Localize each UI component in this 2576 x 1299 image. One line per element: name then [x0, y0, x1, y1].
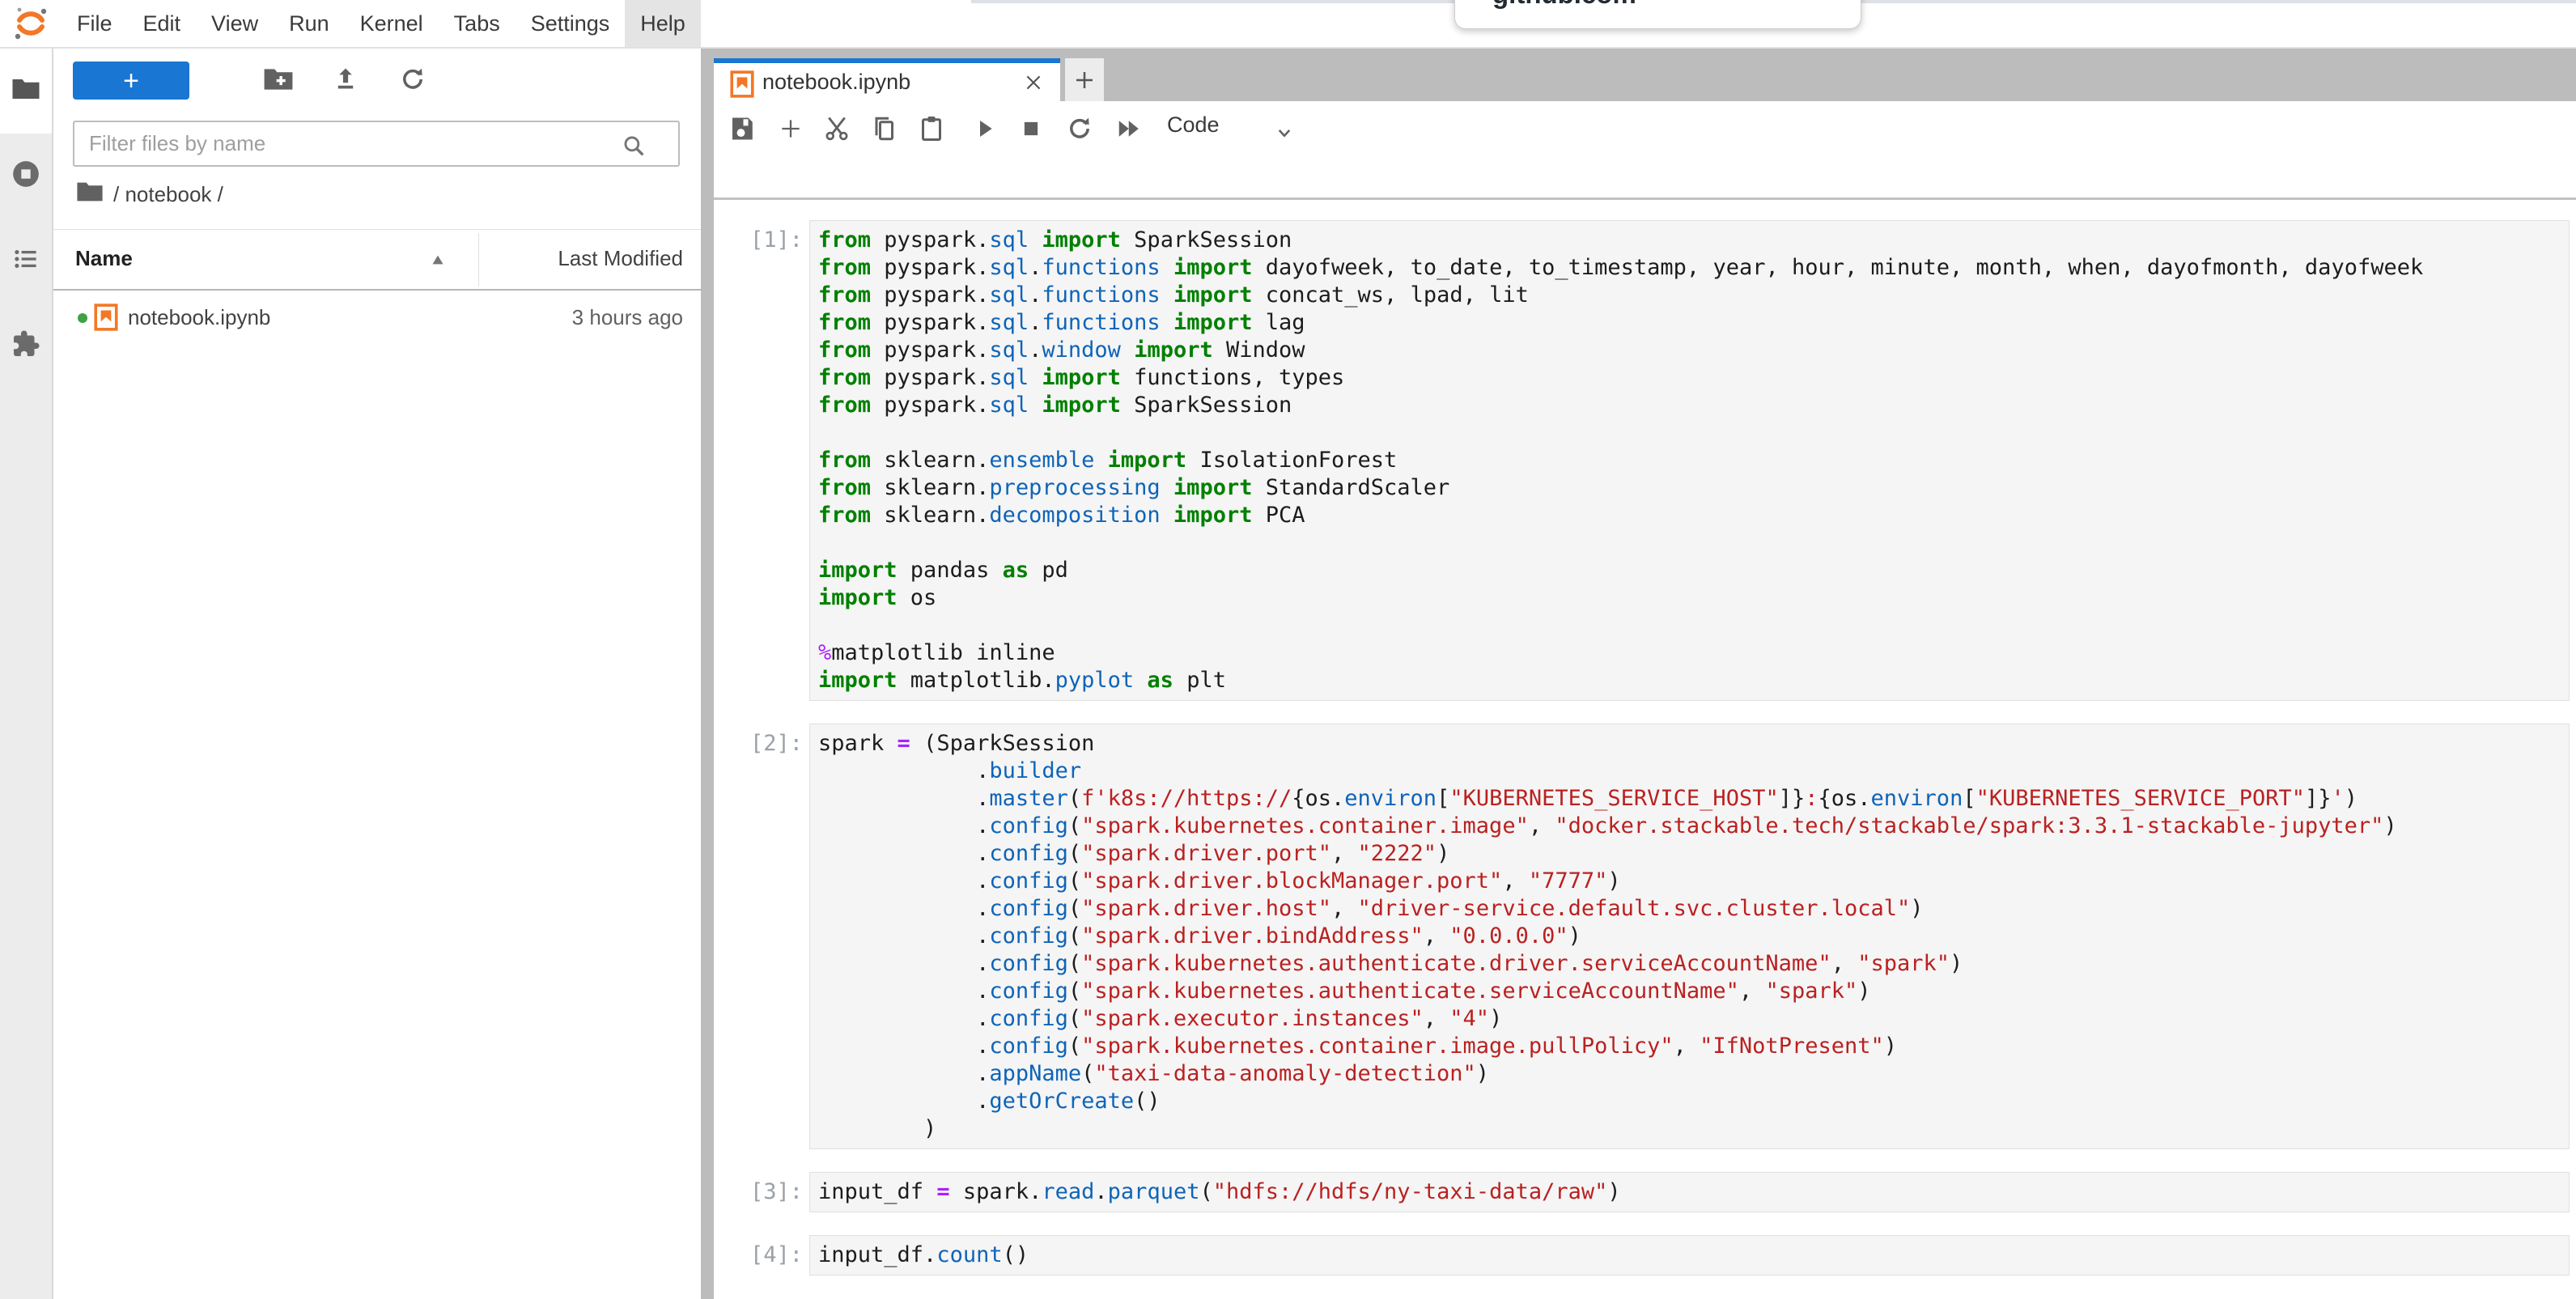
new-launcher-button[interactable]: + [73, 62, 189, 100]
execution-count-prompt: [2]: [714, 724, 809, 758]
sidebar-tab-file-browser[interactable] [0, 49, 52, 134]
file-last-modified: 3 hours ago [572, 305, 683, 330]
save-button[interactable] [723, 111, 762, 150]
cell-input-area[interactable]: from pyspark.sql import SparkSession fro… [809, 220, 2570, 701]
list-icon [11, 244, 40, 278]
file-browser-toolbar: + [53, 60, 701, 100]
restart-kernel-icon [1066, 115, 1093, 146]
stop-kernel-icon [1019, 117, 1043, 145]
code-cell-row: [2]: spark = (SparkSession .builder .mast… [714, 724, 2576, 1149]
menu-item-help[interactable]: Help [625, 0, 701, 47]
file-browser-panel: + / notebook / Name Last Modified notebo… [53, 49, 701, 1299]
file-name: notebook.ipynb [128, 305, 270, 330]
jupyterlab-window: FileEditViewRunKernelTabsSettingsHelp + … [0, 0, 2576, 1299]
filter-files-input[interactable] [73, 121, 680, 167]
execution-count-prompt: [4]: [714, 1235, 809, 1269]
insert-cell-button[interactable] [771, 111, 810, 150]
restart-run-all-icon [1114, 114, 1143, 147]
column-header-last-modified[interactable]: Last Modified [558, 246, 683, 271]
home-folder-icon[interactable] [76, 180, 104, 209]
restart-run-all-button[interactable] [1109, 111, 1148, 150]
puzzle-icon [11, 329, 40, 363]
column-divider [478, 233, 479, 287]
kernel-running-dot [78, 313, 87, 323]
copy-cells-button[interactable] [864, 111, 903, 150]
sidebar-tab-table-of-contents[interactable] [0, 219, 52, 304]
panel-resize-handle[interactable] [701, 49, 714, 1299]
breadcrumb[interactable]: / notebook / [76, 172, 223, 217]
jupyter-logo [0, 0, 62, 47]
menu-item-file[interactable]: File [62, 0, 128, 47]
menu-item-edit[interactable]: Edit [128, 0, 197, 47]
cut-cells-button[interactable] [817, 111, 856, 150]
file-listing: notebook.ipynb 3 hours ago [53, 292, 701, 342]
menu-item-settings[interactable]: Settings [516, 0, 626, 47]
activity-bar [0, 49, 53, 1299]
code-cell-row: [4]: input_df.count() [714, 1235, 2576, 1276]
close-tab-icon[interactable] [1023, 72, 1044, 93]
code-editor[interactable]: spark = (SparkSession .builder .master(f… [818, 730, 2561, 1143]
menu-item-run[interactable]: Run [274, 0, 345, 47]
browser-popup: github.com [1454, 0, 1861, 29]
stop-circle-icon [11, 159, 41, 193]
new-tab-button[interactable] [1065, 58, 1104, 101]
browser-popup-text: github.com [1492, 0, 1636, 7]
insert-cell-icon [777, 115, 804, 146]
dock-tab-bar: notebook.ipynb [714, 49, 2576, 101]
upload-icon [332, 66, 359, 97]
search-icon [620, 132, 647, 163]
execution-count-prompt: [1]: [714, 220, 809, 254]
restart-kernel-button[interactable] [1060, 111, 1099, 150]
upload-button[interactable] [328, 66, 363, 96]
code-editor[interactable]: input_df.count() [818, 1242, 2561, 1269]
main-dock: notebook.ipynb Code [1]: from pyspark.sql… [714, 49, 2576, 1299]
sidebar-tab-extensions[interactable] [0, 304, 52, 388]
column-header-name[interactable]: Name [75, 246, 133, 271]
menu-item-view[interactable]: View [196, 0, 274, 47]
folder-icon [11, 77, 40, 105]
cell-input-area[interactable]: input_df = spark.read.parquet("hdfs://hd… [809, 1172, 2570, 1212]
paste-cells-icon [917, 114, 946, 147]
notebook-cells: [1]: from pyspark.sql import SparkSession… [714, 200, 2576, 1299]
run-cell-button[interactable] [965, 111, 1004, 150]
chevron-down-icon[interactable] [1272, 121, 1296, 149]
stop-kernel-button[interactable] [1012, 111, 1050, 150]
refresh-icon [399, 66, 427, 97]
cut-cells-icon [822, 114, 851, 147]
cell-input-area[interactable]: spark = (SparkSession .builder .master(f… [809, 724, 2570, 1149]
code-editor[interactable]: from pyspark.sql import SparkSession fro… [818, 227, 2561, 694]
file-listing-header: Name Last Modified [53, 229, 701, 291]
notebook-file-icon [730, 70, 754, 102]
file-row[interactable]: notebook.ipynb 3 hours ago [53, 292, 701, 342]
notebook-file-icon [94, 304, 118, 335]
new-folder-button[interactable] [261, 66, 296, 96]
cell-input-area[interactable]: input_df.count() [809, 1235, 2570, 1276]
paste-cells-button[interactable] [912, 111, 951, 150]
refresh-button[interactable] [395, 66, 431, 96]
run-cell-icon [972, 116, 998, 146]
menu-item-kernel[interactable]: Kernel [345, 0, 439, 47]
tab-title: notebook.ipynb [762, 70, 910, 95]
execution-count-prompt: [3]: [714, 1172, 809, 1206]
code-cell-row: [3]: input_df = spark.read.parquet("hdfs:… [714, 1172, 2576, 1212]
code-editor[interactable]: input_df = spark.read.parquet("hdfs://hd… [818, 1178, 2561, 1206]
notebook-toolbar: Code [714, 101, 2576, 200]
copy-cells-icon [869, 114, 898, 147]
code-cell-row: [1]: from pyspark.sql import SparkSession… [714, 220, 2576, 701]
sidebar-tab-running-sessions[interactable] [0, 134, 52, 219]
breadcrumb-path: / notebook / [113, 182, 223, 207]
menu-bar: FileEditViewRunKernelTabsSettingsHelp [0, 0, 2576, 49]
sort-ascending-icon[interactable] [427, 249, 448, 274]
menu-item-tabs[interactable]: Tabs [439, 0, 516, 47]
new-folder-icon [263, 66, 294, 96]
save-icon [728, 114, 757, 147]
tab-notebook[interactable]: notebook.ipynb [714, 58, 1060, 101]
